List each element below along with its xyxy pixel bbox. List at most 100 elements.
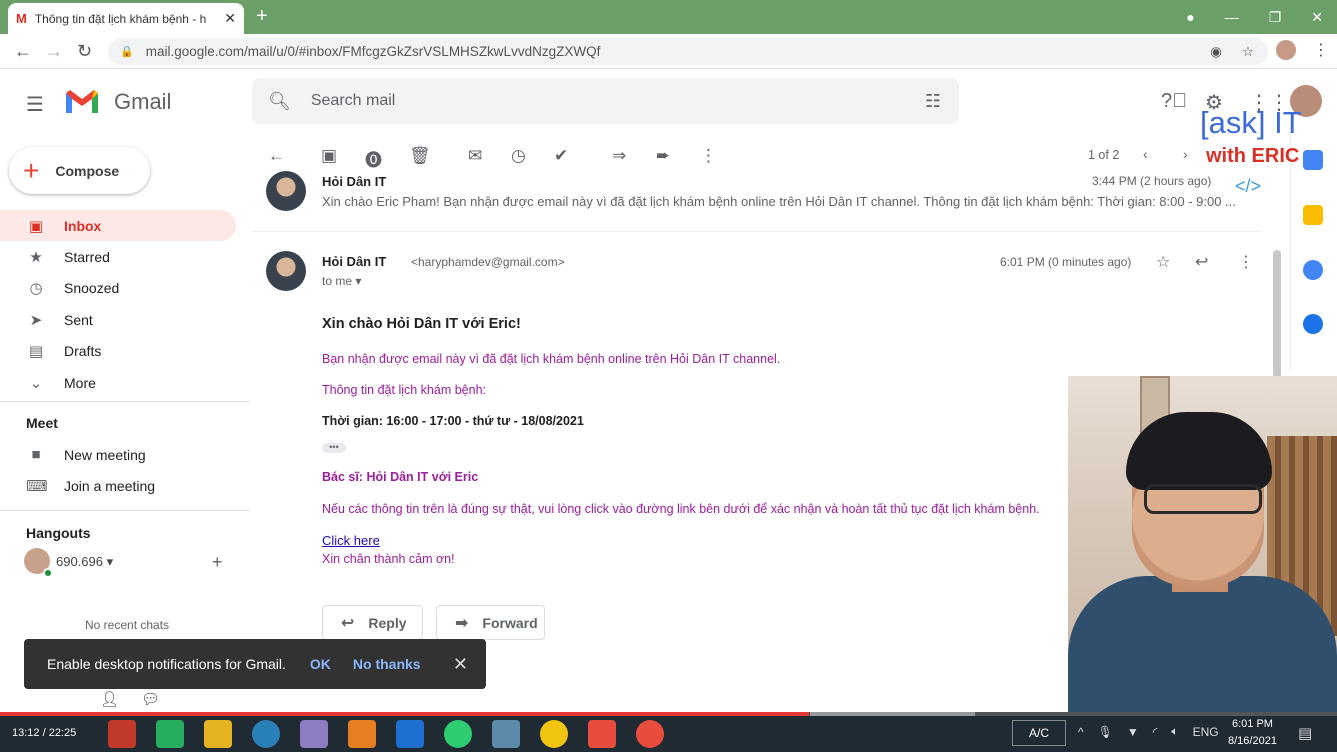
reply-button[interactable]: ↩ Reply: [322, 605, 423, 640]
email-greeting: Xin chào Hỏi Dân IT với Eric!: [322, 316, 521, 332]
sender-name: Hỏi Dân IT: [322, 254, 387, 269]
send-icon: ➤: [29, 311, 43, 329]
sidebar-item-inbox[interactable]: ▣ Inbox: [0, 210, 236, 241]
address-bar[interactable]: 🔒 mail.google.com/mail/u/0/#inbox/FMfcgz…: [108, 38, 1268, 65]
hangouts-user[interactable]: 690.696 ▾: [56, 554, 113, 570]
search-icon[interactable]: 🔍︎: [268, 91, 291, 112]
forward-button[interactable]: ➡ Forward: [436, 605, 545, 640]
search-input[interactable]: Search mail: [311, 92, 925, 110]
language-indicator[interactable]: ENG: [1193, 725, 1219, 739]
notifications-icon[interactable]: ▤: [1298, 724, 1312, 742]
new-meeting-item[interactable]: ■ New meeting: [0, 439, 236, 470]
confirm-link[interactable]: Click here: [322, 533, 380, 548]
app-icon-1[interactable]: [108, 720, 136, 748]
doctor-line: Bác sĩ: Hỏi Dân IT với Eric: [322, 470, 479, 484]
bookmark-star-icon[interactable]: ☆: [1242, 44, 1254, 60]
tab-close-icon[interactable]: ✕: [224, 10, 236, 27]
app-icon-2[interactable]: [156, 720, 184, 748]
back-icon[interactable]: ←: [14, 41, 32, 62]
archive-icon[interactable]: ▣: [321, 146, 337, 166]
add-chat-icon[interactable]: +: [212, 552, 223, 573]
sidebar-item-snoozed[interactable]: ◷ Snoozed: [0, 272, 236, 303]
recipients-toggle[interactable]: to me ▾: [322, 274, 361, 288]
taskbar-clock[interactable]: 6:01 PM 8/16/2021: [1228, 716, 1277, 750]
join-meeting-item[interactable]: ⌨ Join a meeting: [0, 470, 236, 501]
clock-time: 6:01 PM: [1231, 718, 1273, 730]
minimize-icon[interactable]: —: [1225, 9, 1239, 25]
app-tray-icon[interactable]: ▼: [1127, 725, 1139, 739]
label-icon[interactable]: ➨: [656, 146, 670, 166]
app-icon-8[interactable]: [444, 720, 472, 748]
main-menu-icon[interactable]: ☰: [26, 92, 44, 117]
no-chats-text: No recent chats: [85, 618, 170, 632]
app-icon-9[interactable]: [492, 720, 520, 748]
more-actions-icon[interactable]: ⋮: [700, 146, 717, 166]
media-icon[interactable]: ●: [1186, 9, 1194, 25]
sidebar-item-label: Sent: [64, 311, 93, 328]
chrome-active-icon[interactable]: [636, 720, 664, 748]
back-to-inbox-icon[interactable]: ←: [268, 146, 285, 166]
reload-icon[interactable]: ↻: [77, 41, 92, 62]
mic-icon[interactable]: 🎙︎: [1098, 725, 1113, 739]
star-icon[interactable]: ☆: [1156, 252, 1170, 272]
volume-icon[interactable]: 🔈︎: [1171, 724, 1178, 739]
join-meeting-label: Join a meeting: [64, 477, 156, 494]
keep-icon[interactable]: [1303, 205, 1323, 225]
inbox-icon: ▣: [28, 217, 44, 235]
forward-icon[interactable]: →: [45, 41, 63, 62]
person-icon[interactable]: 👤︎: [100, 690, 119, 708]
search-bar[interactable]: 🔍︎ Search mail ☷: [252, 78, 959, 124]
help-icon[interactable]: ?⃝: [1161, 90, 1187, 113]
mark-unread-icon[interactable]: ✉: [468, 146, 482, 166]
report-spam-icon[interactable]: ⓿: [365, 146, 382, 171]
new-tab-button[interactable]: +: [256, 5, 268, 28]
calendar-icon[interactable]: [1303, 150, 1323, 170]
tray-ac[interactable]: A/C: [1012, 720, 1066, 746]
toast-ok-button[interactable]: OK: [310, 656, 331, 672]
file-explorer-icon[interactable]: [204, 720, 232, 748]
browser-profile-avatar[interactable]: [1276, 40, 1296, 60]
toast-no-thanks-button[interactable]: No thanks: [353, 656, 421, 672]
sidebar-item-sent[interactable]: ➤ Sent: [0, 304, 236, 335]
draft-icon: ▤: [28, 342, 44, 360]
app-icon-6[interactable]: [348, 720, 376, 748]
meet-heading: Meet: [26, 415, 58, 431]
vscode-icon[interactable]: [396, 720, 424, 748]
show-trimmed-button[interactable]: •••: [322, 443, 346, 453]
sidebar-bottom-icons: 👤︎ 💬︎: [100, 690, 160, 708]
skype-icon[interactable]: [252, 720, 280, 748]
email-signoff: Xin chân thành cảm ơn!: [322, 552, 455, 566]
app-icon-5[interactable]: [300, 720, 328, 748]
newer-icon[interactable]: ‹: [1143, 146, 1148, 162]
search-options-icon[interactable]: ☷: [925, 91, 941, 112]
maximize-icon[interactable]: ❐: [1269, 9, 1282, 26]
close-window-icon[interactable]: ✕: [1311, 9, 1323, 26]
sidebar-item-starred[interactable]: ★ Starred: [0, 241, 236, 272]
chrome-icon[interactable]: [540, 720, 568, 748]
chat-bubble-icon[interactable]: 💬︎: [141, 690, 160, 708]
toast-close-icon[interactable]: ✕: [453, 654, 468, 675]
scrollbar-thumb[interactable]: [1273, 250, 1281, 378]
snooze-icon[interactable]: ◷: [511, 146, 526, 166]
browser-menu-icon[interactable]: ⋮: [1313, 40, 1329, 60]
move-to-icon[interactable]: ⇒: [612, 146, 626, 166]
tray-chevron-icon[interactable]: ^: [1078, 725, 1084, 739]
sidebar-item-more[interactable]: ⌄ More: [0, 367, 236, 398]
sidebar-item-label: Starred: [64, 248, 110, 265]
add-task-icon[interactable]: ✔: [554, 146, 568, 166]
delete-icon[interactable]: 🗑︎: [409, 146, 431, 166]
sidebar-item-drafts[interactable]: ▤ Drafts: [0, 335, 236, 366]
compose-button[interactable]: + Compose: [9, 147, 150, 194]
sidebar-item-label: Inbox: [64, 217, 102, 234]
system-tray: ^ 🎙︎ ▼ ◜ 🔈︎ ENG: [1078, 724, 1219, 739]
message-time: 6:01 PM (0 minutes ago): [1000, 255, 1132, 269]
eye-icon[interactable]: ◉: [1210, 44, 1222, 60]
contacts-icon[interactable]: [1303, 314, 1323, 334]
app-icon-11[interactable]: [588, 720, 616, 748]
wifi-icon[interactable]: ◜: [1153, 725, 1158, 739]
browser-tab[interactable]: M Thông tin đặt lịch khám bệnh - h ✕: [8, 3, 244, 34]
message-more-icon[interactable]: ⋮: [1238, 252, 1254, 272]
older-icon[interactable]: ›: [1183, 146, 1188, 162]
reply-icon[interactable]: ↩: [1195, 252, 1208, 272]
tasks-icon[interactable]: [1303, 260, 1323, 280]
